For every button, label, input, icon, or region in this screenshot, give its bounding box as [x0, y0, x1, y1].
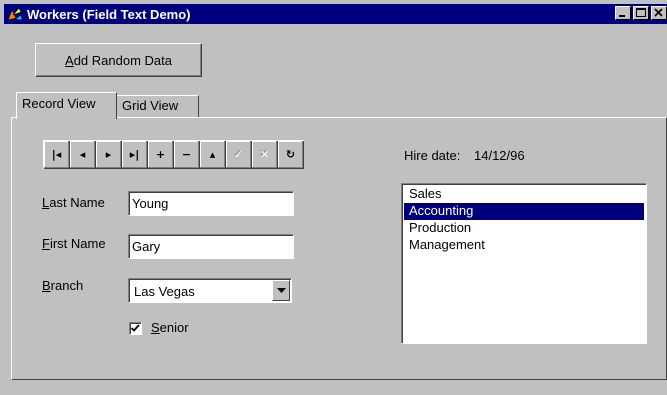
tab-grid-view-label: Grid View	[122, 98, 179, 113]
first-name-label: First Name	[42, 236, 106, 251]
title-bar[interactable]: Workers (Field Text Demo)	[4, 4, 667, 24]
insert-record-button[interactable]: +	[148, 141, 174, 169]
branch-dropdown-button[interactable]	[272, 280, 290, 301]
minimize-button[interactable]	[615, 6, 631, 20]
prior-record-button[interactable]: ◂	[70, 141, 96, 169]
last-record-icon: ▸|	[129, 148, 140, 161]
first-name-label-accel: F	[42, 236, 50, 251]
main-window: Workers (Field Text Demo) Add Random Dat…	[0, 0, 667, 395]
delete-record-button[interactable]: −	[174, 141, 200, 169]
post-record-button[interactable]: ✓	[226, 141, 252, 169]
refresh-record-button[interactable]: ↻	[278, 141, 304, 169]
hire-date-label: Hire date:	[404, 148, 461, 163]
first-record-icon: |◂	[51, 148, 62, 161]
list-item[interactable]: Sales	[404, 186, 644, 203]
senior-label-rest: enior	[159, 320, 189, 335]
list-item[interactable]: Management	[404, 237, 644, 254]
first-record-button[interactable]: |◂	[44, 141, 70, 169]
list-item-selected[interactable]: Accounting	[404, 203, 644, 220]
maximize-button[interactable]	[633, 6, 649, 20]
record-navigator: |◂ ◂ ▸ ▸| + − ▴ ✓ ✕ ↻	[43, 140, 304, 169]
checkmark-icon: ✓	[233, 148, 244, 161]
last-name-label: Last Name	[42, 195, 105, 210]
checkmark-icon	[130, 324, 140, 332]
tab-record-view[interactable]: Record View	[16, 92, 117, 119]
plus-icon: +	[155, 148, 166, 161]
branch-select-value: Las Vegas	[134, 284, 195, 299]
close-icon	[654, 8, 663, 17]
last-name-input[interactable]: Young	[128, 191, 294, 216]
branch-label-accel: B	[42, 278, 51, 293]
senior-checkbox[interactable]	[129, 322, 142, 335]
branch-label: Branch	[42, 278, 83, 293]
edit-icon: ▴	[209, 148, 216, 161]
branch-select[interactable]: Las Vegas	[128, 278, 292, 303]
maximize-icon	[636, 8, 646, 17]
close-button[interactable]	[651, 6, 667, 20]
first-name-label-rest: irst Name	[49, 236, 106, 251]
next-record-icon: ▸	[105, 148, 112, 161]
add-random-data-label: Add Random Data	[65, 52, 172, 68]
minus-icon: −	[181, 148, 192, 161]
tab-grid-view[interactable]: Grid View	[116, 95, 199, 117]
next-record-button[interactable]: ▸	[96, 141, 122, 169]
last-record-button[interactable]: ▸|	[122, 141, 148, 169]
tab-record-view-label: Record View	[22, 96, 96, 111]
first-name-input[interactable]: Gary	[128, 234, 294, 259]
refresh-icon: ↻	[285, 148, 296, 161]
add-random-data-button[interactable]: Add Random Data	[35, 43, 202, 77]
app-icon	[6, 6, 24, 22]
chevron-down-icon	[276, 288, 286, 293]
department-listbox[interactable]: Sales Accounting Production Management	[401, 183, 647, 344]
minimize-icon	[619, 15, 625, 17]
senior-label[interactable]: Senior	[151, 320, 189, 335]
last-name-label-rest: ast Name	[49, 195, 105, 210]
cancel-record-button[interactable]: ✕	[252, 141, 278, 169]
list-item[interactable]: Production	[404, 220, 644, 237]
window-title: Workers (Field Text Demo)	[27, 6, 191, 22]
hire-date-value: 14/12/96	[474, 148, 525, 163]
edit-record-button[interactable]: ▴	[200, 141, 226, 169]
prior-record-icon: ◂	[79, 148, 86, 161]
senior-label-accel: S	[151, 320, 160, 335]
cancel-icon: ✕	[259, 148, 270, 161]
branch-label-rest: ranch	[50, 278, 84, 293]
